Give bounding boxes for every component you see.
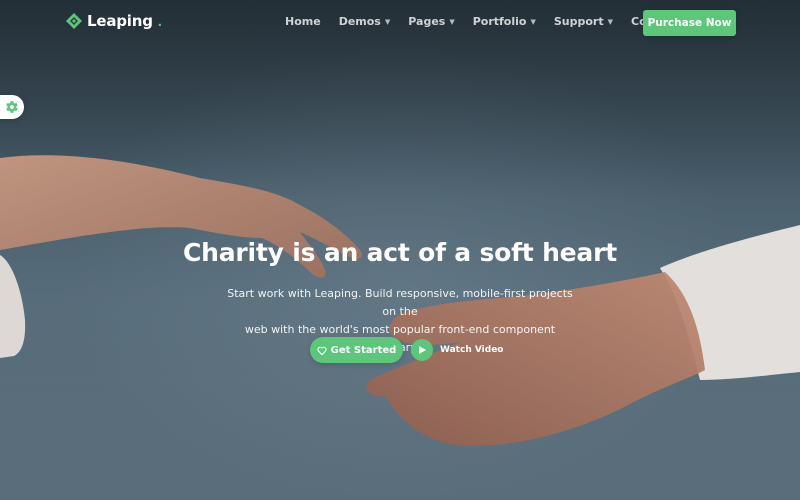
nav-item-home[interactable]: Home bbox=[285, 15, 321, 28]
get-started-label: Get Started bbox=[330, 344, 397, 356]
nav-label: Portfolio bbox=[472, 15, 527, 28]
get-started-button[interactable]: Get Started bbox=[310, 337, 403, 363]
nav-label: Home bbox=[285, 15, 321, 28]
gear-icon bbox=[6, 101, 18, 113]
chevron-down-icon: ▼ bbox=[449, 17, 455, 26]
watch-video-link[interactable]: Watch Video bbox=[440, 345, 503, 355]
watch-video-play-button[interactable] bbox=[411, 339, 433, 361]
chevron-down-icon: ▼ bbox=[384, 17, 391, 26]
nav-item-demos[interactable]: Demos ▼ bbox=[339, 15, 391, 28]
chevron-down-icon: ▼ bbox=[607, 17, 613, 26]
play-icon bbox=[418, 346, 426, 354]
hero-cta-row: Get Started Watch Video bbox=[310, 337, 503, 363]
brand-logo[interactable]: Leaping. bbox=[66, 12, 162, 30]
brand-name: Leaping bbox=[87, 12, 153, 30]
diamond-logo-icon bbox=[66, 13, 82, 29]
nav-item-support[interactable]: Support ▼ bbox=[554, 15, 613, 28]
nav-item-portfolio[interactable]: Portfolio ▼ bbox=[473, 15, 536, 28]
brand-dot: . bbox=[157, 12, 162, 30]
heart-icon bbox=[317, 346, 327, 355]
nav-label: Support bbox=[553, 15, 604, 28]
nav-label: Demos bbox=[338, 15, 381, 28]
chevron-down-icon: ▼ bbox=[530, 17, 536, 26]
hero-title: Charity is an act of a soft heart bbox=[183, 238, 617, 267]
main-nav: Home Demos▼ Pages▼ Portfolio▼ Support▼ C… bbox=[285, 15, 697, 28]
navbar: Leaping. Home Demos ▼ Pages ▼ Portfolio ▼ S… bbox=[0, 0, 800, 44]
nav-item-pages[interactable]: Pages ▼ bbox=[408, 15, 454, 28]
nav-label: Pages bbox=[408, 15, 446, 28]
purchase-now-button[interactable]: Purchase Now bbox=[643, 10, 736, 36]
settings-toggle[interactable] bbox=[0, 95, 24, 119]
hero-subtitle-line: Start work with Leaping. Build responsiv… bbox=[227, 287, 573, 318]
